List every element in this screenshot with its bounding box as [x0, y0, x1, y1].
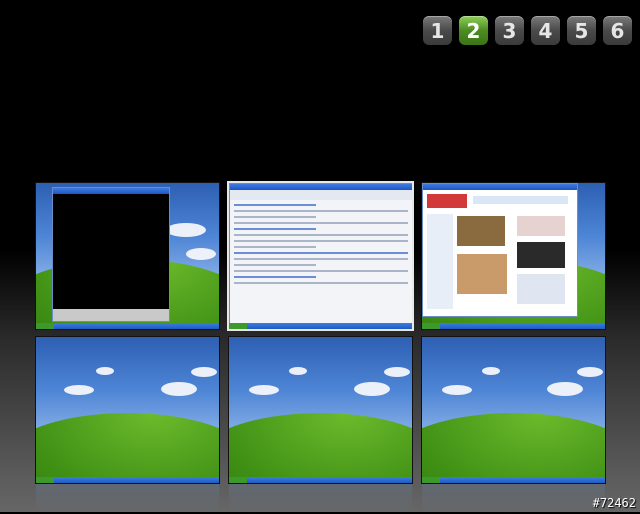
portal-image: [517, 242, 565, 268]
content-line: [234, 204, 316, 206]
content-line: [234, 282, 408, 284]
thumbnail-reflection: [229, 484, 412, 514]
content-line: [234, 228, 316, 230]
content-line: [234, 276, 316, 278]
window-titlebar[interactable]: [53, 188, 169, 194]
browser-toolbar: [230, 190, 412, 200]
portal-sidebar: [427, 214, 453, 309]
cloud: [442, 385, 472, 395]
window-titlebar[interactable]: [423, 184, 577, 190]
hill-background: [422, 412, 605, 483]
content-line: [234, 210, 408, 212]
portal-image: [457, 254, 507, 294]
desktop-thumbnail-1[interactable]: [36, 183, 219, 329]
content-line: [234, 216, 316, 218]
start-button[interactable]: [36, 323, 54, 329]
taskbar: [36, 323, 219, 329]
page-6-button[interactable]: 6: [603, 16, 632, 45]
content-line: [234, 240, 408, 242]
content-line: [234, 252, 408, 254]
hill-background: [229, 412, 412, 483]
desktop-thumbnail-3[interactable]: [422, 183, 605, 329]
portal-text-block: [517, 274, 565, 304]
taskbar: [36, 477, 219, 483]
portal-text-block: [517, 216, 565, 236]
cloud: [161, 382, 197, 396]
cloud: [354, 382, 390, 396]
taskbar: [229, 323, 412, 329]
content-line: [234, 222, 408, 224]
watermark: #72462: [592, 496, 636, 510]
thumbnail-reflection: [36, 484, 219, 514]
taskbar: [422, 323, 605, 329]
content-line: [234, 258, 408, 260]
cloud: [249, 385, 279, 395]
page-3-button[interactable]: 3: [495, 16, 524, 45]
start-button[interactable]: [422, 477, 440, 483]
cloud: [96, 367, 114, 375]
desktop-thumbnail-4[interactable]: [36, 337, 219, 483]
portal-logo: [427, 194, 467, 208]
cloud: [482, 367, 500, 375]
window-statusbar: [53, 309, 169, 321]
content-line: [234, 270, 408, 272]
start-button[interactable]: [422, 323, 440, 329]
desktop-thumbnail-2[interactable]: [229, 183, 412, 329]
cloud: [166, 223, 206, 237]
cloud: [577, 367, 603, 377]
taskbar: [229, 477, 412, 483]
taskbar: [422, 477, 605, 483]
cloud: [384, 367, 410, 377]
content-line: [234, 264, 316, 266]
cloud: [289, 367, 307, 375]
portal-window[interactable]: [422, 183, 578, 317]
thumbnail-reflection: [422, 484, 605, 514]
start-button[interactable]: [229, 477, 247, 483]
console-window[interactable]: [52, 187, 170, 322]
portal-nav: [473, 196, 568, 204]
content-line: [234, 234, 408, 236]
desktop-thumbnail-5[interactable]: [229, 337, 412, 483]
desktop-pager: 1 2 3 4 5 6: [423, 16, 632, 45]
content-line: [234, 246, 316, 248]
desktop-thumbnail-6[interactable]: [422, 337, 605, 483]
page-2-button[interactable]: 2: [459, 16, 488, 45]
page-4-button[interactable]: 4: [531, 16, 560, 45]
page-5-button[interactable]: 5: [567, 16, 596, 45]
page-1-button[interactable]: 1: [423, 16, 452, 45]
cloud: [186, 248, 216, 260]
hill-background: [36, 412, 219, 483]
cloud: [64, 385, 94, 395]
portal-image: [457, 216, 505, 246]
cloud: [191, 367, 217, 377]
start-button[interactable]: [229, 323, 247, 329]
browser-window[interactable]: [229, 183, 412, 325]
cloud: [547, 382, 583, 396]
start-button[interactable]: [36, 477, 54, 483]
